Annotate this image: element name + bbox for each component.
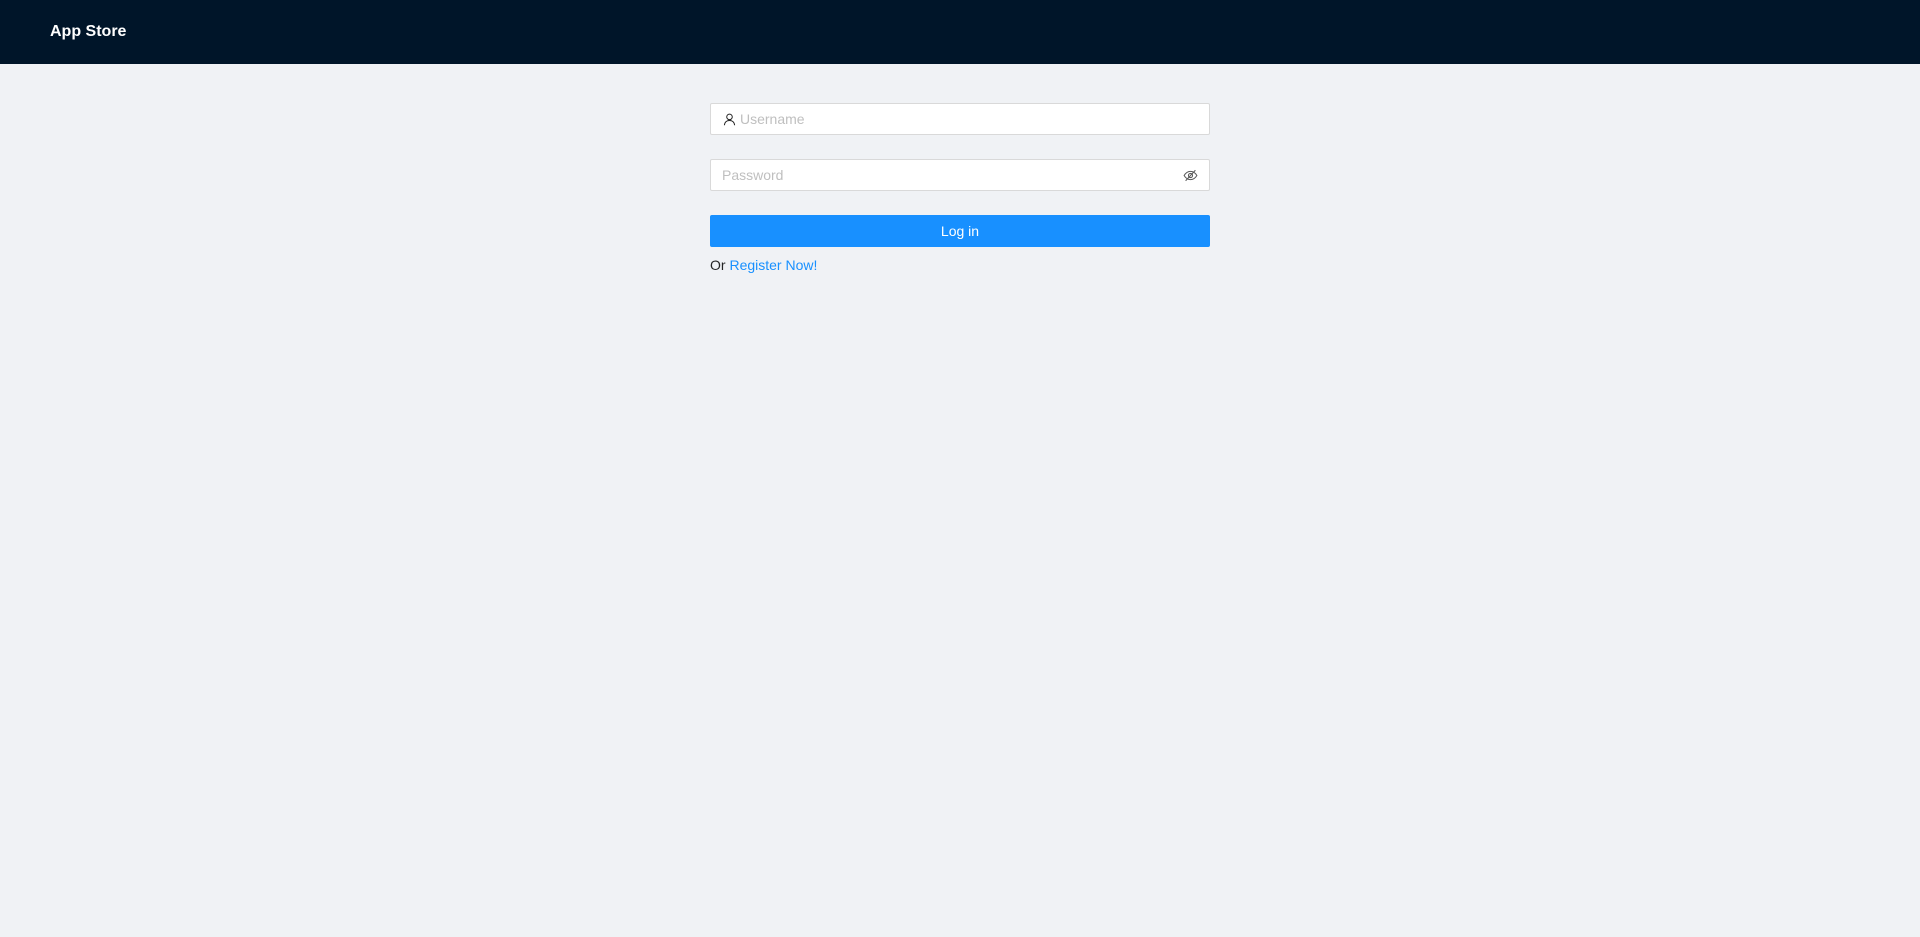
login-button[interactable]: Log in xyxy=(710,215,1210,247)
username-input[interactable] xyxy=(740,104,1198,134)
username-field[interactable] xyxy=(710,103,1210,135)
user-icon xyxy=(722,112,736,126)
brand-title: App Store xyxy=(50,23,127,40)
main-content: Log in Or Register Now! xyxy=(0,64,1920,937)
register-link[interactable]: Register Now! xyxy=(729,257,817,273)
register-prefix: Or xyxy=(710,257,730,273)
top-header: App Store xyxy=(0,0,1920,64)
password-field[interactable] xyxy=(710,159,1210,191)
login-form: Log in Or Register Now! xyxy=(710,103,1210,273)
eye-invisible-icon[interactable] xyxy=(1182,167,1198,183)
register-row: Or Register Now! xyxy=(710,257,1210,273)
password-input[interactable] xyxy=(722,160,1178,190)
